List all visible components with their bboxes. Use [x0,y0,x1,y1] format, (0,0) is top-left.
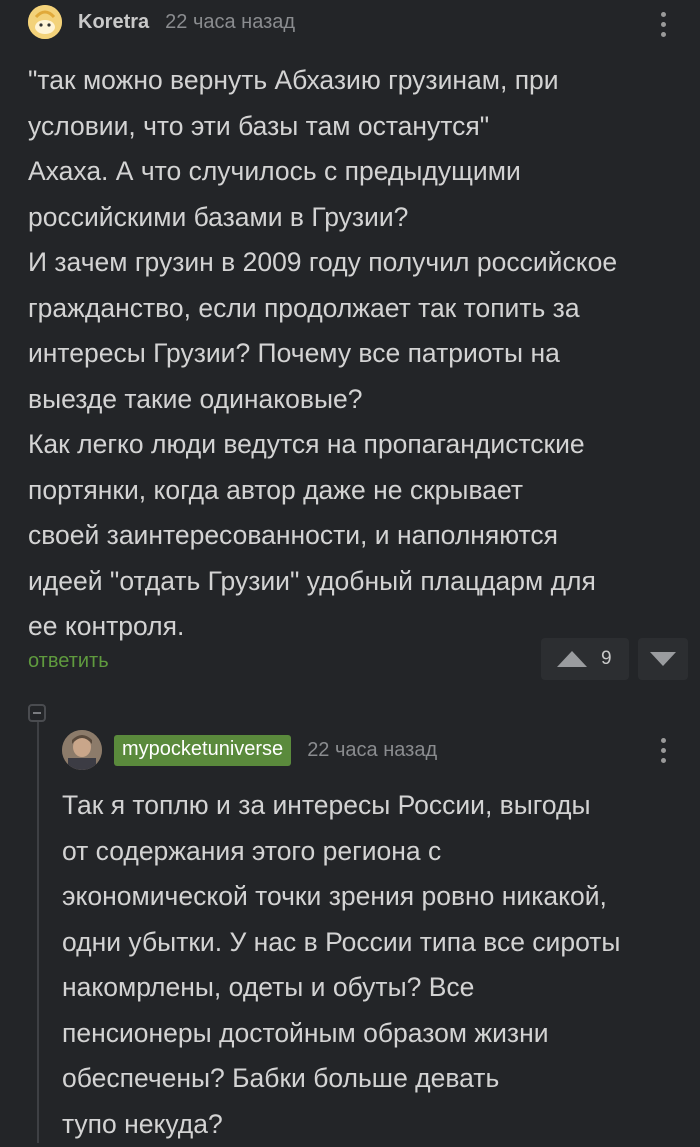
more-options-icon[interactable] [661,12,667,37]
reply-link[interactable]: ответить [28,650,109,673]
avatar-image [28,5,62,39]
comment-text: "так можно вернуть Абхазию грузинам, при… [28,65,618,641]
avatar[interactable] [28,5,62,39]
downvote-button[interactable] [638,638,688,680]
downvote-icon [650,652,676,666]
upvote-button[interactable]: 9 [541,638,629,680]
collapse-thread-button[interactable] [28,704,46,722]
thread-line [37,722,39,1143]
comment-time: 22 часа назад [165,10,296,33]
vote-score: 9 [601,648,612,669]
more-options-icon[interactable] [661,738,667,763]
author-name[interactable]: mypocketuniverse [114,734,292,766]
avatar-image [62,730,102,770]
comment-header: mypocketuniverse 22 часа назад [62,730,437,770]
comment-header: Koretra 22 часа назад [28,5,295,39]
comment-text: Так я топлю и за интересы России, выгоды… [62,790,621,1139]
comment-time: 22 часа назад [307,738,438,761]
avatar[interactable] [62,730,102,770]
author-name[interactable]: Koretra [78,11,149,34]
upvote-icon [557,651,587,667]
